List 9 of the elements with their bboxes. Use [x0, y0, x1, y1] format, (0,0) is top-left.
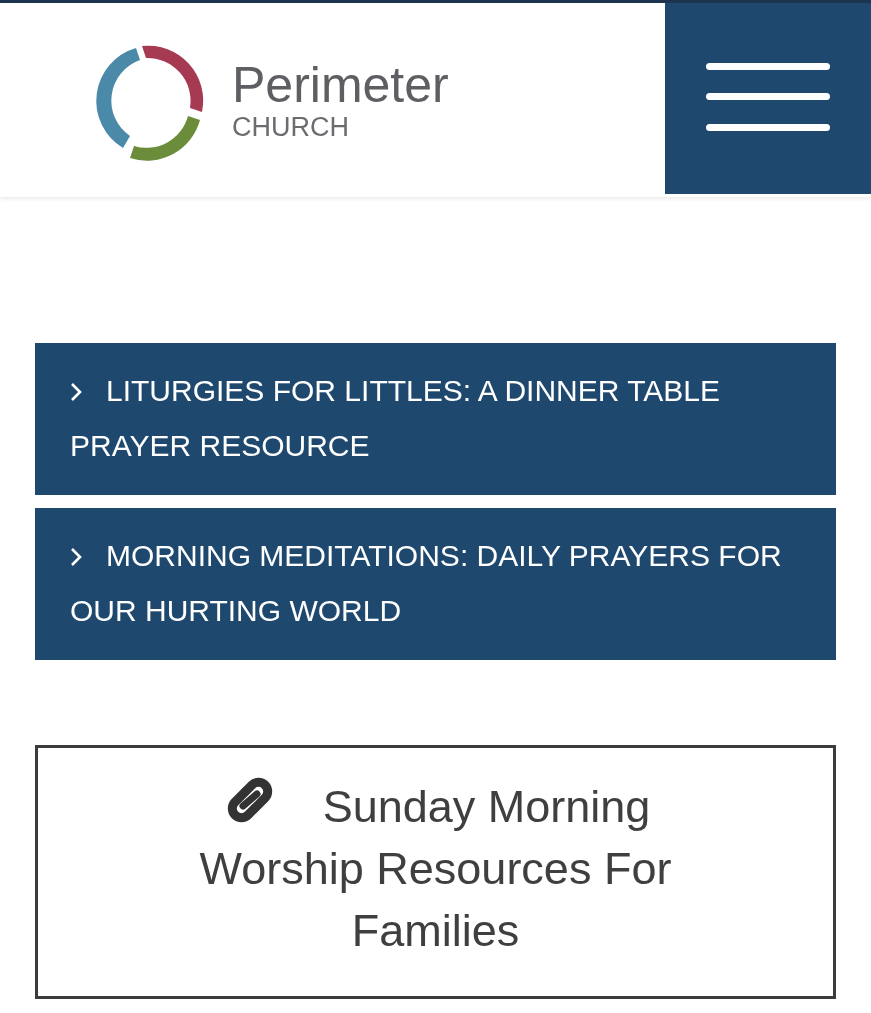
menu-icon — [706, 63, 830, 131]
accordion-header[interactable]: MORNING MEDITATIONS: DAILY PRAYERS FOR OUR HURTING WORLD — [35, 508, 836, 660]
accordion-header[interactable]: LITURGIES FOR LITTLES: A DINNER TABLE PRAYER RESOURCE — [35, 343, 836, 495]
logo-name: Perimeter — [232, 58, 449, 112]
menu-button[interactable] — [665, 3, 871, 194]
resource-link[interactable]: Sunday Morning Worship Resources For Families — [35, 745, 836, 999]
chevron-icon — [70, 547, 82, 567]
chevron-icon — [70, 382, 82, 402]
logo-subtitle: CHURCH — [232, 112, 350, 142]
